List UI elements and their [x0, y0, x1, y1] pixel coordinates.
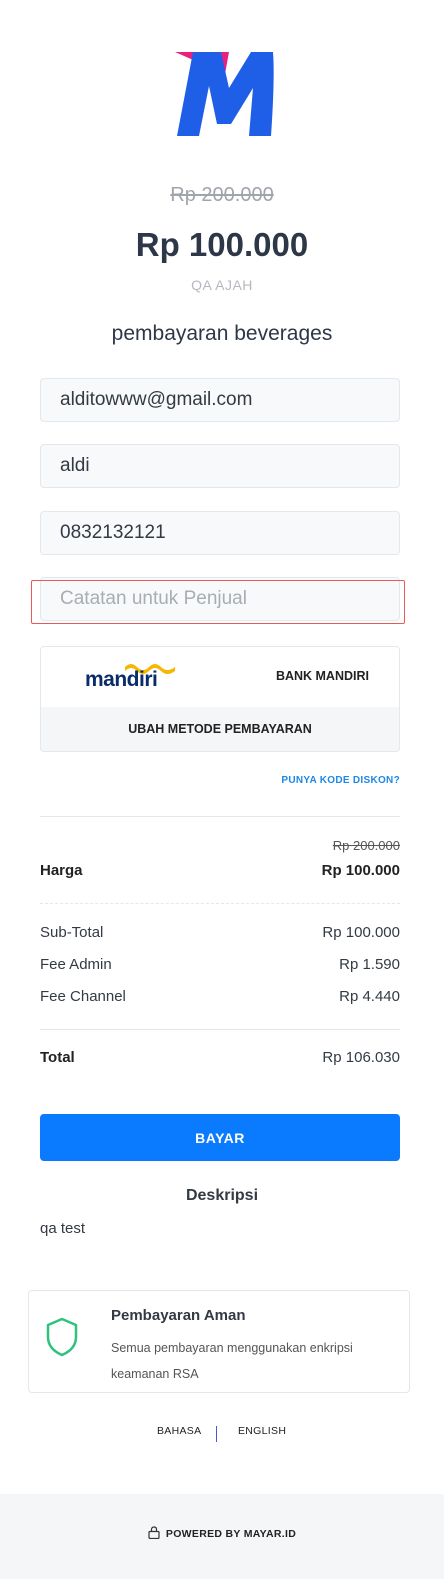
bank-logo-text: mandiri [85, 668, 158, 691]
fee-admin-value: Rp 1.590 [339, 956, 400, 973]
secure-payment-card: Pembayaran Aman Semua pembayaran menggun… [28, 1290, 410, 1393]
payment-method-header: mandiri BANK MANDIRI [41, 647, 399, 707]
seller-name: QA AJAH [191, 277, 253, 293]
price-label: Harga [40, 862, 83, 879]
product-price: Rp 100.000 [135, 226, 309, 263]
total-value: Rp 106.030 [322, 1049, 400, 1066]
summary-original-price: Rp 200.000 [332, 838, 400, 853]
discount-code-link[interactable]: PUNYA KODE DISKON? [281, 775, 400, 786]
mayar-logo-icon [175, 52, 274, 136]
pay-button[interactable]: BAYAR [40, 1114, 400, 1161]
original-price: Rp 200.000 [170, 184, 274, 206]
fee-channel-value: Rp 4.440 [339, 988, 400, 1005]
powered-by-text: POWERED BY MAYAR.ID [165, 1528, 297, 1540]
phone-field[interactable] [40, 511, 400, 555]
language-english-link[interactable]: ENGLISH [238, 1425, 286, 1437]
product-title: pembayaran beverages [111, 322, 333, 345]
language-label: BAHASA [157, 1425, 202, 1437]
secure-payment-text: Semua pembayaran menggunakan enkripsi ke… [111, 1341, 353, 1381]
fee-channel-label: Fee Channel [40, 988, 126, 1005]
shield-icon [46, 1317, 78, 1357]
footer: POWERED BY MAYAR.ID [0, 1494, 444, 1579]
subtotal-label: Sub-Total [40, 924, 104, 941]
bank-name: BANK MANDIRI [275, 669, 369, 683]
subtotal-value: Rp 100.000 [322, 924, 400, 941]
payment-method-card[interactable]: mandiri BANK MANDIRI UBAH METODE PEMBAYA… [40, 646, 400, 752]
divider [40, 816, 400, 817]
price-value: Rp 100.000 [321, 862, 400, 879]
change-payment-method-button[interactable]: UBAH METODE PEMBAYARAN [41, 707, 399, 751]
language-separator [216, 1426, 217, 1442]
email-field[interactable] [40, 378, 400, 422]
fee-admin-label: Fee Admin [40, 956, 112, 973]
note-field-highlight [31, 580, 405, 624]
secure-payment-title: Pembayaran Aman [111, 1307, 246, 1324]
divider [40, 903, 400, 904]
total-label: Total [40, 1049, 75, 1066]
description-title: Deskripsi [185, 1187, 259, 1204]
description-text: qa test [40, 1220, 86, 1237]
name-field[interactable] [40, 444, 400, 488]
powered-by: POWERED BY MAYAR.ID [0, 1526, 444, 1540]
lock-icon [148, 1526, 160, 1539]
divider [40, 1029, 400, 1030]
